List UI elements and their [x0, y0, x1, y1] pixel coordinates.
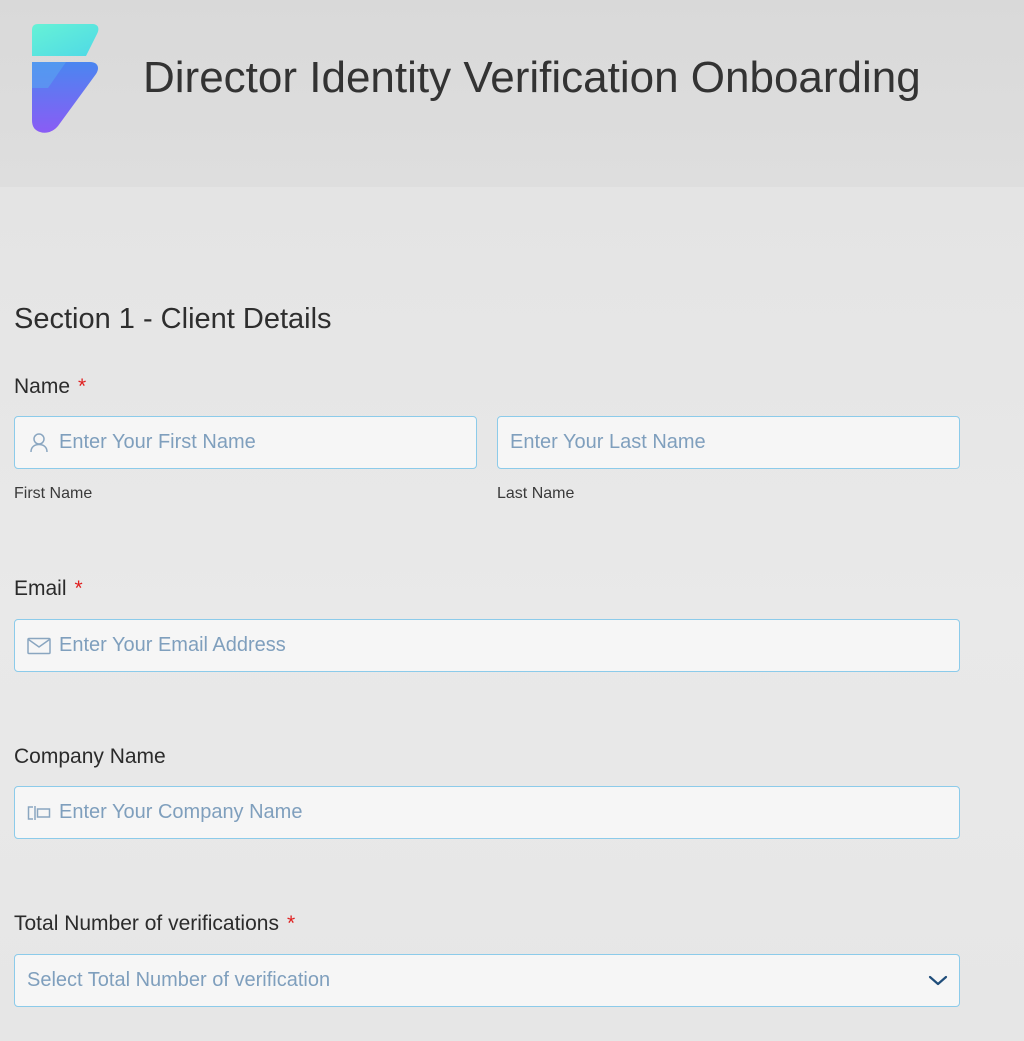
verifications-label-text: Total Number of verifications — [14, 912, 279, 935]
section-title: Section 1 - Client Details — [14, 303, 332, 335]
first-name-sublabel: First Name — [14, 485, 93, 502]
last-name-input[interactable]: Enter Your Last Name — [497, 416, 960, 469]
company-label-text: Company Name — [14, 745, 166, 768]
company-name-input[interactable]: Enter Your Company Name — [14, 786, 960, 839]
verifications-placeholder: Select Total Number of verification — [27, 969, 331, 991]
chevron-down-icon[interactable] — [927, 969, 949, 991]
first-name-input[interactable]: Enter Your First Name — [14, 416, 477, 469]
verifications-select[interactable]: Select Total Number of verification — [14, 954, 960, 1007]
page-title: Director Identity Verification Onboardin… — [143, 53, 921, 102]
required-marker: * — [74, 577, 83, 600]
company-label: Company Name — [14, 743, 166, 771]
email-label: Email * — [14, 575, 83, 603]
email-input[interactable]: Enter Your Email Address — [14, 619, 960, 672]
required-marker: * — [78, 375, 87, 398]
first-name-placeholder: Enter Your First Name — [59, 431, 256, 453]
last-name-placeholder: Enter Your Last Name — [510, 431, 706, 453]
email-label-text: Email — [14, 577, 67, 600]
envelope-icon — [27, 634, 51, 658]
required-marker: * — [286, 912, 296, 935]
user-icon — [27, 431, 51, 455]
page-header: Director Identity Verification Onboardin… — [0, 0, 1024, 187]
last-name-sublabel: Last Name — [497, 485, 575, 502]
brand-logo-icon — [32, 24, 99, 133]
company-icon — [27, 801, 51, 825]
name-label-text: Name — [14, 375, 71, 398]
name-label: Name * — [14, 373, 86, 401]
email-placeholder: Enter Your Email Address — [59, 634, 286, 656]
company-placeholder: Enter Your Company Name — [59, 801, 303, 823]
verifications-label: Total Number of verifications * — [14, 910, 295, 938]
